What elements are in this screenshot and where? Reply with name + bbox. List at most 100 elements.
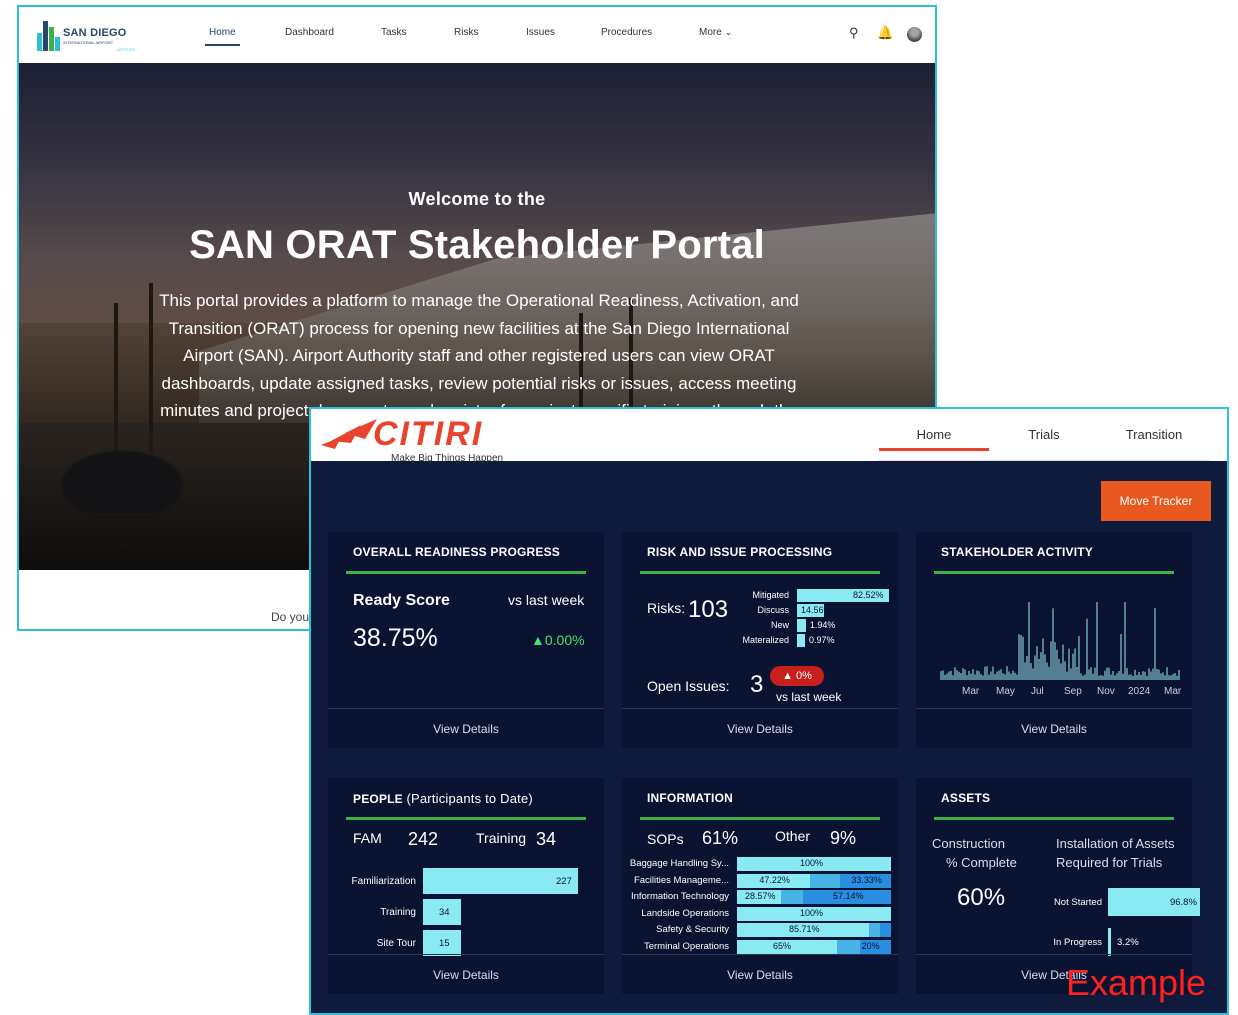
sops-label: SOPs [647,831,684,847]
san-diego-logo[interactable]: SAN DIEGO INTERNATIONAL AIRPORT LET'S GO… [37,17,137,57]
information-card: INFORMATION SOPs 61% Other 9% Baggage Ha… [622,778,898,994]
information-segment-label: 100% [800,858,824,868]
nav-home[interactable]: Home [205,27,240,46]
nav-dashboard[interactable]: Dashboard [285,27,334,38]
hero-welcome: Welcome to the [408,189,546,209]
tab-trials[interactable]: Trials [989,427,1099,442]
citiri-arrow-icon [321,419,377,449]
information-row-label: Facilities Manageme... [633,874,729,886]
card-divider [934,817,1174,820]
nav-procedures[interactable]: Procedures [601,27,652,38]
information-segment-label: 20% [861,941,880,951]
card-divider [346,817,586,820]
complete-label: % Complete [946,855,1017,870]
activity-x-label: Nov [1097,686,1115,697]
people-bar-label: Familiarization [351,876,416,887]
training-value: 34 [536,829,557,849]
portal-nav-icons: ⚲ 🔔 [841,25,922,45]
activity-x-label: Mar [962,686,980,697]
construction-label: Construction [932,836,1005,851]
construction-value: 60% [957,884,1006,911]
view-details-link[interactable]: View Details [622,708,898,748]
information-bar-segment [809,873,840,888]
card-title: RISK AND ISSUE PROCESSING [647,545,833,559]
people-bar-value: 15 [439,938,450,949]
view-details-link[interactable]: View Details [916,708,1192,748]
ready-score-value: 38.75% [353,624,438,652]
information-segment-label: 65% [773,941,792,951]
people-bar-value: 227 [556,876,572,887]
information-segment-label: 33.33% [851,874,882,885]
card-title: PEOPLE (Participants to Date) [353,791,533,806]
card-title: ASSETS [941,791,991,805]
citiri-tabs: Home Trials Transition [879,409,1209,461]
avatar[interactable] [907,27,922,42]
people-bar [423,868,578,894]
information-row-label: Safety & Security [656,924,729,936]
view-details-link[interactable]: View Details [622,954,898,994]
portal-question-text: Do you [271,610,310,624]
installation-label: Installation of Assets [1056,836,1175,851]
information-row-label: Terminal Operations [643,941,729,952]
information-bar-segment [780,890,803,905]
ready-score-label: Ready Score [353,592,450,609]
example-watermark: Example [1066,962,1207,1003]
tab-transition[interactable]: Transition [1099,427,1209,442]
information-segment-label: 47.22% [759,874,790,885]
airport-logo-icon [37,21,60,51]
information-row-label: Baggage Handling Sy... [629,858,729,869]
risk-bar-label: New [770,620,789,630]
issues-change-badge: ▲ 0% [770,666,824,686]
tab-home[interactable]: Home [879,427,989,451]
people-bar-value: 34 [439,907,450,918]
bell-icon[interactable]: 🔔 [877,25,893,41]
people-title-sub: (Participants to Date) [406,791,533,806]
asset-bar [1108,928,1112,956]
move-tracker-button[interactable]: Move Tracker [1101,481,1211,521]
card-divider [934,571,1174,574]
citiri-wordmark: CITIRI [373,415,484,453]
risk-bar-label: Discuss [757,605,789,615]
view-details-link[interactable]: View Details [328,954,604,994]
nav-more-label: More [699,27,722,38]
open-issues-label: Open Issues: [647,678,730,694]
risk-bar-value: 14.56% [801,605,832,615]
brand-subtitle: INTERNATIONAL AIRPORT [63,40,114,45]
chevron-down-icon: ⌄ [724,27,733,37]
information-segment-label: 100% [800,907,824,918]
information-row-label: Landside Operations [641,907,729,919]
asset-bar-label: Not Started [1053,897,1102,908]
card-divider [346,571,586,574]
open-issues-value: 3 [750,671,764,698]
vs-last-week-label: vs last week [508,592,585,608]
citiri-tagline: Make Big Things Happen [391,453,504,464]
information-bar-segment [868,923,880,938]
information-bar-segment [879,923,891,938]
search-icon[interactable]: ⚲ [849,25,859,41]
information-segment-label: 57.14% [833,891,864,902]
nav-tasks[interactable]: Tasks [381,27,407,38]
citiri-header: CITIRI Make Big Things Happen Home Trial… [311,409,1227,464]
risk-bar-value: 1.94% [809,620,836,630]
view-details-link[interactable]: View Details [328,708,604,748]
risks-label: Risks: [647,600,686,616]
citiri-logo[interactable]: CITIRI Make Big Things Happen [321,415,521,464]
citiri-dashboard-window: CITIRI Make Big Things Happen Home Trial… [309,407,1229,1015]
asset-bar-label: In Progress [1053,937,1102,948]
brand-name: SAN DIEGO [63,27,127,39]
nav-more[interactable]: More ⌄ [699,27,732,38]
activity-x-label: 2024 [1128,686,1151,697]
nav-issues[interactable]: Issues [526,27,555,38]
activity-x-label: Jul [1031,686,1044,697]
risk-bar [797,619,806,632]
people-card: PEOPLE (Participants to Date) FAM 242 Tr… [328,778,604,994]
information-row-label: Information Technology [630,891,729,903]
card-title: OVERALL READINESS PROGRESS [353,545,561,559]
people-bar-label: Site Tour [376,938,416,949]
card-divider [640,571,880,574]
other-label: Other [775,828,811,844]
issues-vs-last-week: vs last week [776,690,842,704]
risk-issue-card: RISK AND ISSUE PROCESSING Risks: 103 Mit… [622,532,898,748]
activity-x-label: May [996,686,1015,697]
nav-risks[interactable]: Risks [454,27,478,38]
